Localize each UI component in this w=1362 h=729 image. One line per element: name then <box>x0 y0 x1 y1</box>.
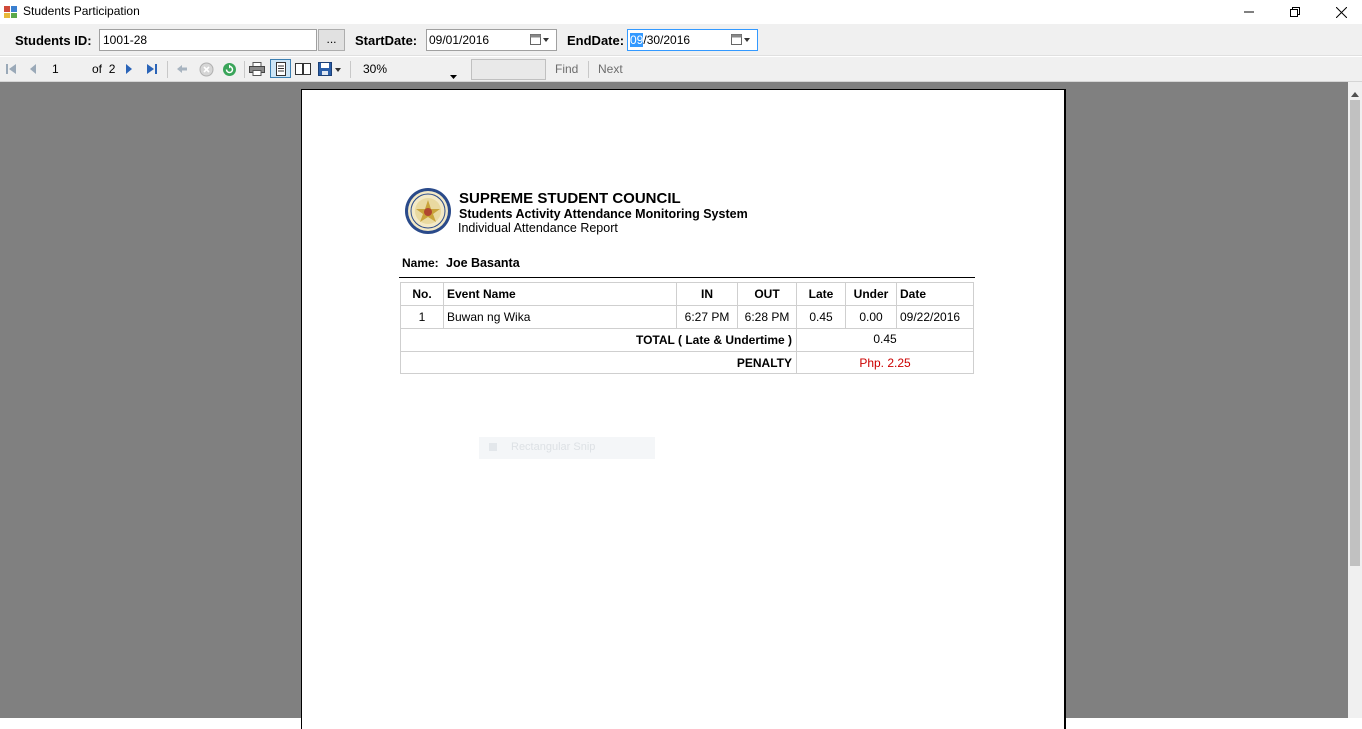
export-icon[interactable] <box>318 61 344 77</box>
cell-in: 6:27 PM <box>676 305 738 329</box>
print-icon[interactable] <box>249 61 265 77</box>
column-header: Event Name <box>443 282 677 306</box>
start-date-label: StartDate: <box>355 33 418 48</box>
report-subtitle: Individual Attendance Report <box>458 221 618 235</box>
cell-no: 1 <box>400 305 444 329</box>
column-header: Late <box>796 282 846 306</box>
cell-event: Buwan ng Wika <box>443 305 677 329</box>
name-label: Name: <box>402 256 439 270</box>
total-pages: 2 <box>108 62 116 76</box>
restore-icon <box>1290 7 1300 17</box>
penalty-label: PENALTY <box>400 351 797 374</box>
name-value: Joe Basanta <box>446 256 520 270</box>
zoom-value: 30% <box>363 62 388 76</box>
minimize-button[interactable] <box>1226 0 1272 24</box>
parameter-bar: Students ID: 1001-28 ... StartDate: 09/0… <box>0 24 1362 56</box>
vertical-scrollbar[interactable] <box>1348 82 1362 718</box>
name-divider <box>399 277 975 278</box>
cell-date: 09/22/2016 <box>896 305 974 329</box>
previous-page-icon[interactable] <box>25 61 41 77</box>
chevron-down-icon <box>450 68 457 82</box>
toolbar-separator <box>588 61 589 78</box>
close-icon <box>1335 6 1347 18</box>
close-button[interactable] <box>1318 0 1362 24</box>
report-toolbar: 1 of 2 30% Find Next <box>0 57 1362 82</box>
app-icon <box>4 4 18 18</box>
report-page <box>301 89 1066 729</box>
start-date-picker[interactable]: 09/01/2016 <box>426 29 557 51</box>
browse-button[interactable]: ... <box>318 29 345 51</box>
toolbar-separator <box>167 61 168 78</box>
stop-icon[interactable] <box>198 61 214 77</box>
restore-button[interactable] <box>1272 0 1318 24</box>
snip-tooltip-ghost: Rectangular Snip <box>479 437 655 459</box>
student-id-input[interactable]: 1001-28 <box>99 29 317 51</box>
window-title: Students Participation <box>23 4 140 18</box>
report-org-title: SUPREME STUDENT COUNCIL <box>459 190 681 207</box>
report-system-title: Students Activity Attendance Monitoring … <box>459 207 748 221</box>
find-link[interactable]: Find <box>555 62 578 76</box>
penalty-value: Php. 2.25 <box>796 351 974 374</box>
end-date-label: EndDate: <box>567 33 625 48</box>
toolbar-separator <box>244 61 245 78</box>
current-page-input[interactable]: 1 <box>45 60 85 78</box>
total-value: 0.45 <box>796 328 974 352</box>
minimize-icon <box>1244 11 1254 13</box>
calendar-dropdown-icon[interactable] <box>731 34 751 49</box>
cell-under: 0.00 <box>845 305 897 329</box>
page-count: of 2 <box>92 62 115 76</box>
column-header: OUT <box>737 282 797 306</box>
next-page-icon[interactable] <box>121 61 137 77</box>
refresh-icon[interactable] <box>221 61 237 77</box>
find-next-link[interactable]: Next <box>598 62 623 76</box>
start-date-value: 09/01/2016 <box>429 33 490 47</box>
cell-out: 6:28 PM <box>737 305 797 329</box>
column-header: Date <box>896 282 974 306</box>
end-date-month-selected: 09 <box>630 33 644 47</box>
first-page-icon[interactable] <box>3 61 19 77</box>
of-label: of <box>92 62 103 76</box>
snip-icon <box>489 443 497 451</box>
total-label: TOTAL ( Late & Undertime ) <box>400 328 797 352</box>
cell-late: 0.45 <box>796 305 846 329</box>
zoom-select[interactable]: 30% <box>357 60 463 79</box>
scroll-up-icon[interactable] <box>1351 86 1359 100</box>
find-input[interactable] <box>471 59 546 80</box>
calendar-dropdown-icon[interactable] <box>530 34 550 49</box>
snip-label: Rectangular Snip <box>511 441 596 453</box>
page-setup-icon[interactable] <box>295 61 311 77</box>
student-id-label: Students ID: <box>15 33 92 48</box>
scrollbar-thumb[interactable] <box>1350 100 1360 566</box>
print-layout-icon[interactable] <box>270 59 291 78</box>
end-date-picker[interactable]: 09/30/2016 <box>627 29 758 51</box>
toolbar-separator <box>350 61 351 78</box>
last-page-icon[interactable] <box>144 61 160 77</box>
column-header: Under <box>845 282 897 306</box>
column-header: No. <box>400 282 444 306</box>
back-icon[interactable] <box>174 61 190 77</box>
end-date-rest: /30/2016 <box>643 33 691 47</box>
title-bar: Students Participation <box>0 0 1362 24</box>
column-header: IN <box>676 282 738 306</box>
end-date-value: 09/30/2016 <box>630 33 690 47</box>
council-seal-logo <box>404 187 452 235</box>
